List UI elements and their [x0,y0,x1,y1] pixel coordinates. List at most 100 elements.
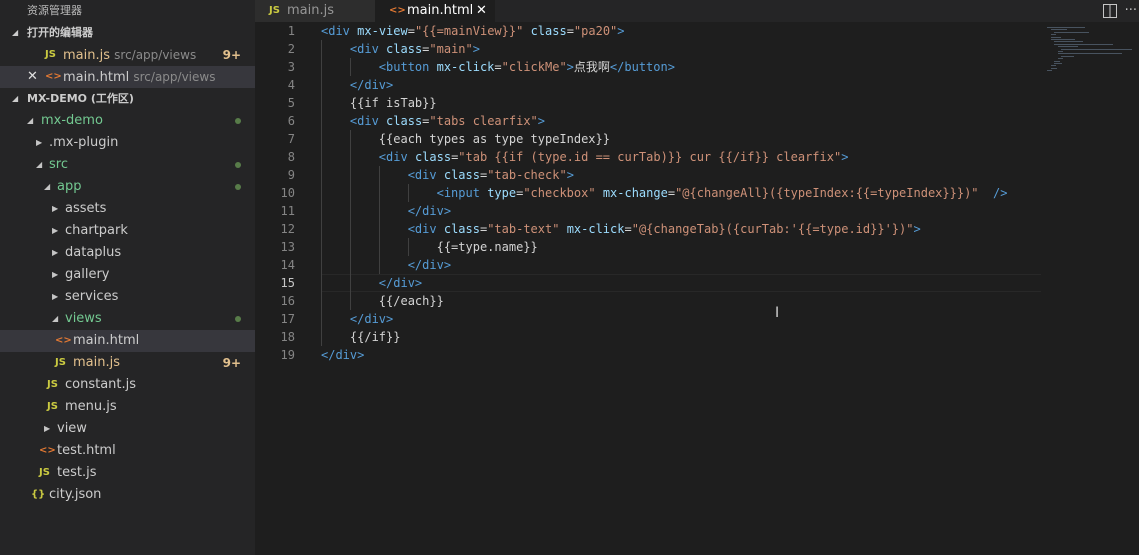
code-token: "tabs clearfix" [429,114,538,128]
code-token: class [386,42,423,56]
code-area[interactable]: <div mx-view="{{=mainView}}" class="pa20… [321,22,1041,364]
minimap-line [1050,36,1062,38]
tree-folder-mx-demo[interactable]: ◢ mx-demo [0,110,255,132]
code-token: </div> [407,258,452,272]
tree-folder-views[interactable]: ◢ views [0,308,255,330]
minimap-line [1057,51,1064,52]
code-token: > [566,60,574,74]
indent-guide [349,238,351,256]
code-token: </div> [349,312,394,326]
explorer-title: 资源管理器 [27,4,82,17]
explorer-sidebar: 资源管理器 ◢ 打开的编辑器 JS main.js src/app/views … [0,0,255,555]
code-token: <input [436,186,480,200]
chevron-down-icon: ◢ [44,182,51,191]
tree-folder-services[interactable]: ▶ services [0,286,255,308]
code-line[interactable]: </div> [321,310,1041,328]
code-token: class [386,114,423,128]
code-token: class [530,24,567,38]
code-line[interactable]: <div class="tab-text" mx-click="@{change… [321,220,1041,238]
close-icon[interactable]: ✕ [476,0,487,22]
indent-guide [407,238,409,256]
code-token: {{if isTab}} [321,96,437,110]
code-editor[interactable]: 1 2 3 4 5 6 7 8 9 10 11 12 13 14 15 16 17 18 19 <div mx-vi… [255,22,1139,555]
tree-file-constant-js[interactable]: JS constant.js [0,374,255,396]
code-token: {{=type.name}} [321,240,538,254]
code-line[interactable]: <button mx-click="clickMe">点我啊</button> [321,58,1041,76]
minimap[interactable] [1039,22,1139,92]
indent-guide [321,238,322,256]
tab-label: main.html [407,3,474,18]
code-token: = [667,186,676,200]
tab-main-js[interactable]: JS main.js [255,0,375,22]
tree-file-city-json[interactable]: {} city.json [0,484,255,506]
split-editor-icon[interactable] [1103,4,1117,18]
tree-folder-assets[interactable]: ▶ assets [0,198,255,220]
tree-folder-view[interactable]: ▶ view [0,418,255,440]
workspace-header[interactable]: ◢ MX-DEMO (工作区) [0,88,255,110]
code-line[interactable]: <div class="main"> [321,40,1041,58]
modified-dot [235,316,241,322]
code-line[interactable]: </div> [321,76,1041,94]
tree-folder-src[interactable]: ◢ src [0,154,255,176]
open-editor-path: src/app/views [133,70,216,84]
code-token: "checkbox" [523,186,596,200]
code-line[interactable]: </div> [321,256,1041,274]
code-token: "@{changeTab}({curTab:'{{=type.id}}'})" [631,222,914,236]
tree-folder-app[interactable]: ◢ app [0,176,255,198]
line-number: 9 [287,168,295,182]
tab-main-html[interactable]: <> main.html ✕ [375,0,495,22]
code-token: > [617,24,625,38]
code-token: > [472,42,480,56]
tree-item-label: gallery [65,267,110,282]
tree-folder-chartpark[interactable]: ▶ chartpark [0,220,255,242]
line-number: 7 [287,132,295,146]
open-editors-header[interactable]: ◢ 打开的编辑器 [0,22,255,44]
tree-file-menu-js[interactable]: JS menu.js [0,396,255,418]
code-line[interactable]: <input type="checkbox" mx-change="@{chan… [321,184,1041,202]
tree-folder-dataplus[interactable]: ▶ dataplus [0,242,255,264]
open-editor-main-html[interactable]: ✕ <> main.html src/app/views [0,66,255,88]
code-line[interactable]: </div> [321,202,1041,220]
tree-file-test-html[interactable]: <> test.html [0,440,255,462]
code-token: {{/each}} [321,294,444,308]
code-line[interactable]: {{if isTab}} [321,94,1041,112]
code-line[interactable]: {{/if}} [321,328,1041,346]
more-actions-icon[interactable]: ··· [1125,0,1137,22]
minimap-line [1050,29,1067,31]
minimap-line [1061,48,1133,50]
problem-badge: 9+ [222,48,241,62]
line-number: 6 [287,114,295,128]
tree-file-main-html[interactable]: <> main.html [0,330,255,352]
js-file-icon: JS [39,467,50,478]
tree-item-label: main.js [73,355,120,370]
json-file-icon: {} [31,489,46,500]
open-editor-main-js[interactable]: JS main.js src/app/views 9+ [0,44,255,66]
code-token: "main" [429,42,473,56]
code-line[interactable]: </div> [321,346,1041,364]
tree-folder-gallery[interactable]: ▶ gallery [0,264,255,286]
tree-folder-mx-plugin[interactable]: ▶ .mx-plugin [0,132,255,154]
code-token: </div> [378,276,423,290]
close-icon[interactable]: ✕ [27,66,38,88]
code-line[interactable]: <div class="tab-check"> [321,166,1041,184]
line-number: 11 [280,204,295,218]
line-number: 5 [287,96,295,110]
code-line[interactable]: {{each types as type typeIndex}} [321,130,1041,148]
tree-file-test-js[interactable]: JS test.js [0,462,255,484]
code-token: mx-change [602,186,668,200]
tree-item-label: test.js [57,465,97,480]
code-line[interactable]: <div class="tabs clearfix"> [321,112,1041,130]
minimap-line [1054,43,1113,45]
code-line[interactable]: <div class="tab {{if (type.id == curTab)… [321,148,1041,166]
chevron-right-icon: ▶ [36,138,43,147]
tree-item-label: src [49,157,68,172]
code-line[interactable]: <div mx-view="{{=mainView}}" class="pa20… [321,22,1041,40]
code-line[interactable]: {{/each}} [321,292,1041,310]
code-token: = [494,60,502,74]
code-line[interactable]: </div> [321,274,1041,292]
code-line[interactable]: {{=type.name}} [321,238,1041,256]
tree-file-main-js[interactable]: JS main.js 9+ [0,352,255,374]
code-token: mx-click [566,222,625,236]
